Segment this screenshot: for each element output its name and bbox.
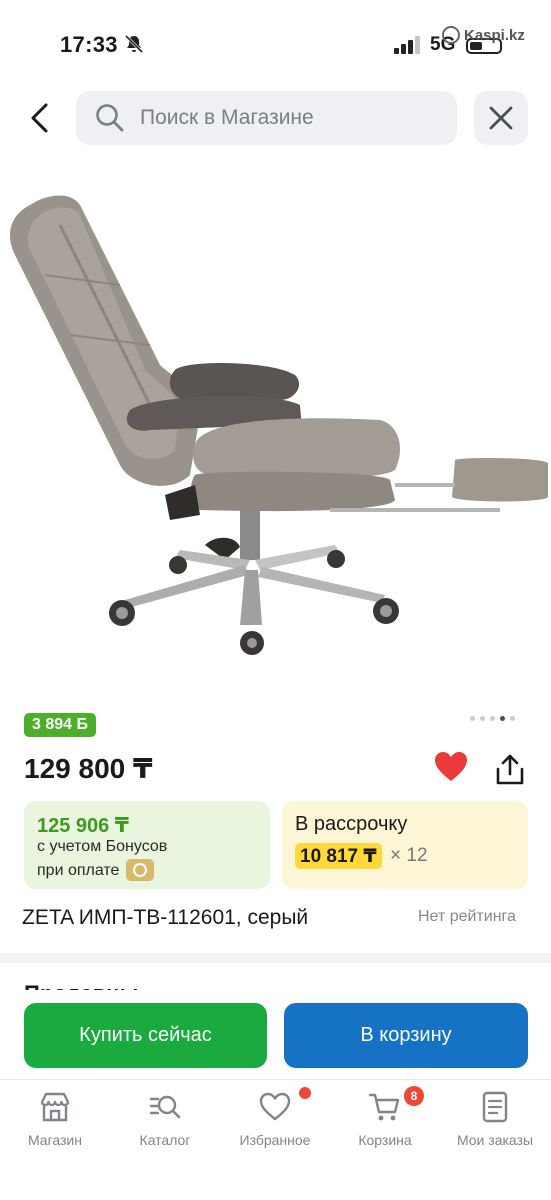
tab-label: Корзина [358,1132,412,1148]
share-icon[interactable] [492,752,528,788]
close-button[interactable] [474,91,528,145]
section-divider [0,953,551,963]
product-price: 129 800 ₸ [24,753,153,784]
orders-icon [482,1091,508,1123]
tab-shop[interactable]: Магазин [0,1090,110,1160]
chevron-left-icon [31,103,48,133]
bonus-badge: 3 894 Б [24,713,96,737]
tab-orders[interactable]: Мои заказы [440,1090,550,1160]
add-to-cart-button[interactable]: В корзину [284,1003,528,1068]
signal-icon [394,36,420,54]
carousel-dot[interactable] [490,716,495,721]
installment-card[interactable]: В рассрочку 10 817 ₸ × 12 [282,801,528,889]
carousel-dot[interactable] [510,716,515,721]
favorites-badge-dot [299,1087,311,1099]
tab-cart[interactable]: Корзина 8 [330,1086,440,1160]
cart-count-badge: 8 [404,1086,424,1106]
search-input[interactable]: Поиск в Магазине [76,91,457,145]
bonus-card-line2: при оплате [37,862,120,879]
carousel-dot[interactable] [500,716,505,721]
tab-label: Каталог [139,1132,191,1148]
cart-icon [368,1093,400,1121]
action-bar: Купить сейчас В корзину [0,990,551,1080]
image-carousel-dots[interactable] [470,716,515,721]
watermark-text: Kaspi.kz [464,26,525,44]
product-title: ZETA ИМП-ТВ-112601, серый [22,906,309,929]
favorite-heart-icon[interactable] [433,750,469,784]
search-icon [96,104,124,132]
buy-now-button[interactable]: Купить сейчас [24,1003,267,1068]
installment-months: × 12 [390,845,428,866]
bonus-price-card[interactable]: 125 906 ₸ с учетом Бонусов при оплате [24,801,270,889]
heart-outline-icon [259,1092,291,1121]
rating-label[interactable]: Нет рейтинга [418,908,516,926]
kaspi-logo-icon [442,26,460,44]
bonus-card-price: 125 906 ₸ [37,815,129,837]
back-button[interactable] [18,94,62,142]
search-header: Поиск в Магазине [0,88,551,148]
status-time: 17:33 [60,32,118,57]
tab-label: Избранное [239,1132,311,1148]
close-icon [489,106,513,130]
tab-bar: Магазин Каталог Избранное Корзина 8 Мои … [0,1079,551,1200]
status-bar: 17:33 5G Kaspi.kz [0,0,551,80]
search-placeholder: Поиск в Магазине [140,106,314,129]
product-image[interactable] [0,175,551,675]
shop-icon [40,1092,70,1122]
tab-label: Магазин [27,1132,82,1148]
kaspi-watermark: Kaspi.kz [442,26,525,44]
carousel-dot[interactable] [470,716,475,721]
kaspi-coin-icon [126,859,154,881]
bonus-card-line1: с учетом Бонусов [37,838,168,855]
catalog-search-icon [149,1095,181,1119]
carousel-dot[interactable] [480,716,485,721]
installment-title: В рассрочку [295,813,408,835]
installment-amount: 10 817 ₸ [295,843,382,869]
bell-muted-icon [124,34,144,54]
tab-favorites[interactable]: Избранное [220,1087,330,1160]
tab-catalog[interactable]: Каталог [110,1090,220,1160]
tab-label: Мои заказы [456,1132,534,1148]
